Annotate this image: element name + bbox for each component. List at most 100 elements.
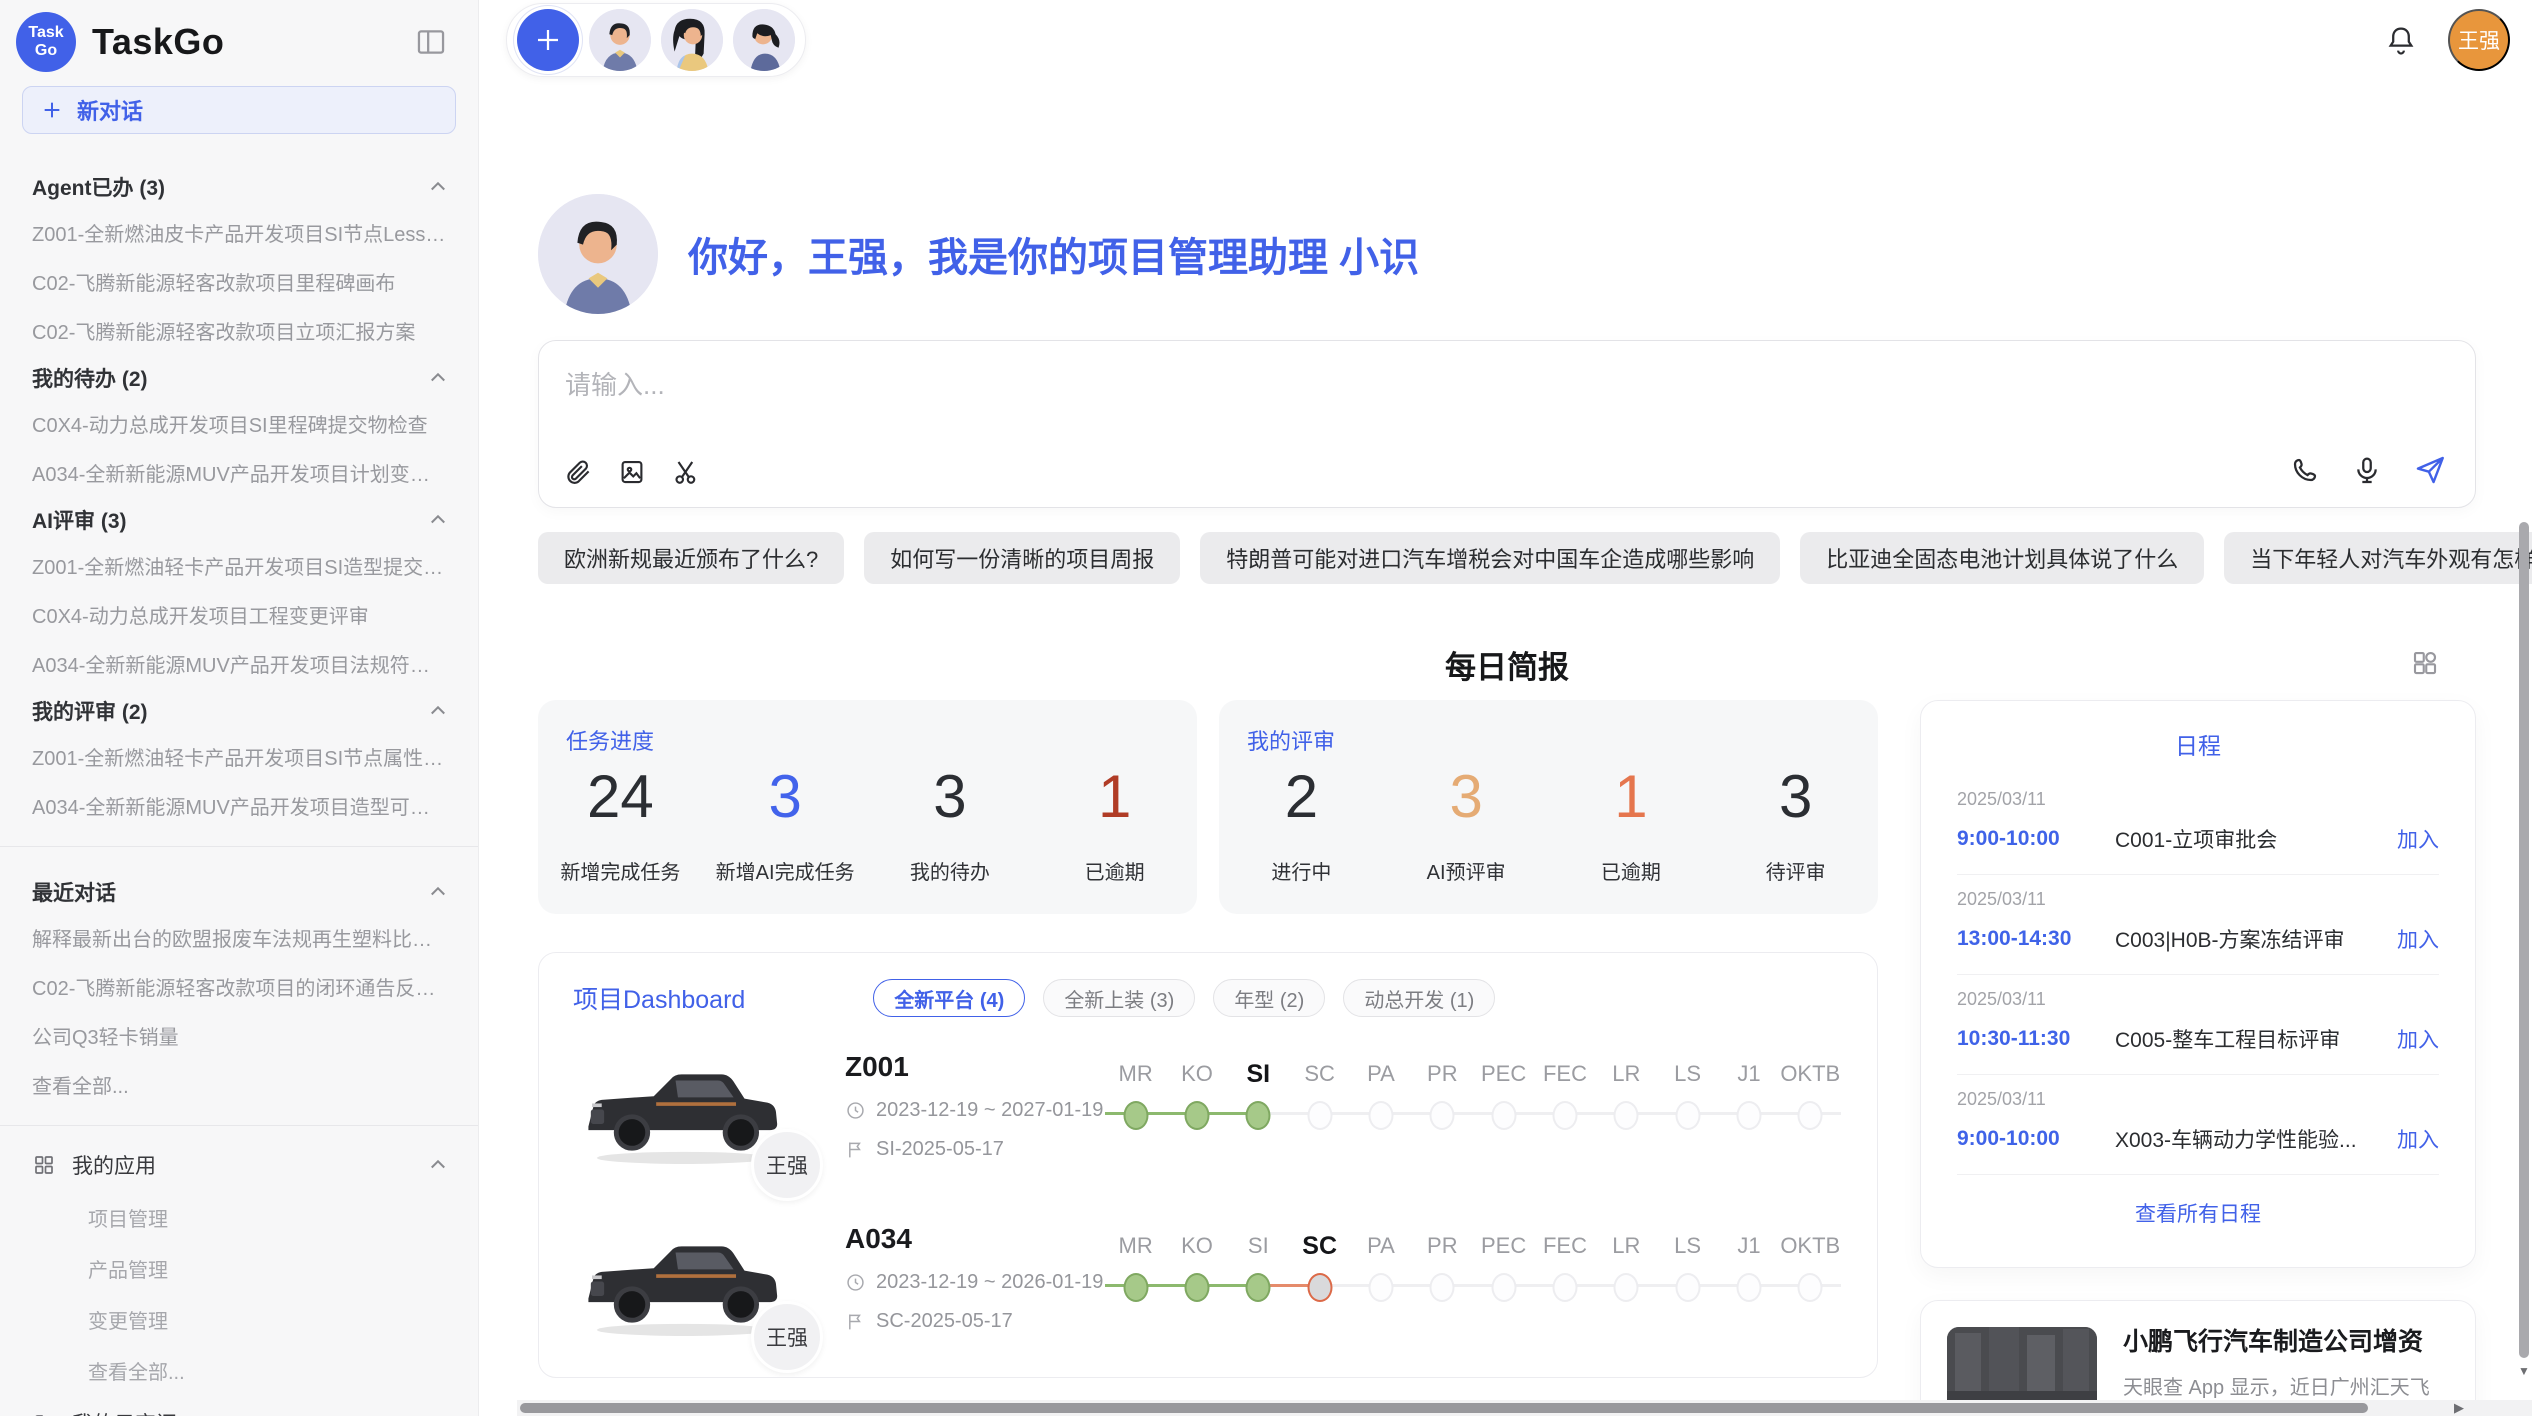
stat-value: 2 xyxy=(1219,764,1384,830)
schedule-time: 9:00-10:00 xyxy=(1957,1127,2115,1151)
sidebar-item[interactable]: C0X4-动力总成开发项目SI里程碑提交物检查 xyxy=(32,399,448,448)
vertical-scrollbar[interactable]: ▼ xyxy=(2516,520,2532,1400)
section-agent-done[interactable]: Agent已办 (3) xyxy=(32,164,448,208)
send-icon xyxy=(2413,453,2447,487)
stat-value: 24 xyxy=(538,764,703,830)
schedule-date: 2025/03/11 xyxy=(1957,1089,2439,1110)
microphone-icon xyxy=(2351,454,2383,486)
schedule-card: 日程 2025/03/11 9:00-10:00 C001-立项审批会 加入 2… xyxy=(1920,700,2476,1268)
milestone-label: KO xyxy=(1166,1227,1227,1265)
schedule-item: 2025/03/11 9:00-10:00 X003-车辆动力学性能验... 加… xyxy=(1957,1075,2439,1175)
sidebar-item[interactable]: A034-全新新能源MUV产品开发项目计划变更表编写 xyxy=(32,448,448,497)
recent-view-all[interactable]: 查看全部... xyxy=(32,1060,448,1109)
recent-chat-item[interactable]: 公司Q3轻卡销量 xyxy=(32,1011,448,1060)
join-meeting-button[interactable]: 加入 xyxy=(2381,824,2439,854)
milestone-dot xyxy=(1430,1273,1455,1302)
sidebar-item[interactable]: A034-全新新能源MUV产品开发项目造型可行性评审 xyxy=(32,781,448,830)
suggestion-chip[interactable]: 当下年轻人对汽车外观有怎样的喜好趋势 xyxy=(2224,532,2532,584)
section-title: 最近对话 xyxy=(32,877,116,907)
milestone-date: SI-2025-05-17 xyxy=(876,1138,1004,1161)
join-meeting-button[interactable]: 加入 xyxy=(2381,924,2439,954)
filter-pill-yeartype[interactable]: 年型 (2) xyxy=(1213,979,1325,1017)
suggestion-chip[interactable]: 特朗普可能对进口汽车增税会对中国车企造成哪些影响 xyxy=(1200,532,1780,584)
milestone-dot xyxy=(1614,1273,1639,1302)
sidebar-item[interactable]: Z001-全新燃油轻卡产品开发项目SI造型提交物评审 xyxy=(32,541,448,590)
milestone-dot xyxy=(1798,1273,1823,1302)
dashboard-header: 项目Dashboard 全新平台 (4) 全新上装 (3) 年型 (2) 动总开… xyxy=(539,953,1877,1023)
sidebar-item-cloud-space[interactable]: 我的云空间 xyxy=(0,1396,478,1416)
card-title: 任务进度 xyxy=(566,724,654,756)
sidebar-item[interactable]: Z001-全新燃油轻卡产品开发项目SI节点属性5D文件评审 xyxy=(32,732,448,781)
app-item-project-mgmt[interactable]: 项目管理 xyxy=(0,1192,478,1243)
sidebar-item[interactable]: C0X4-动力总成开发项目工程变更评审 xyxy=(32,590,448,639)
project-image: 王强 xyxy=(581,1221,819,1351)
voice-call-button[interactable] xyxy=(2287,452,2323,488)
send-button[interactable] xyxy=(2411,451,2449,489)
sidebar-item[interactable]: C02-飞腾新能源轻客改款项目里程碑画布 xyxy=(32,257,448,306)
milestone-track: MR KO SI SC PA PR PEC FEC LR LS J1 xyxy=(1105,1055,1841,1093)
composer-tools-right xyxy=(2287,451,2449,489)
view-all-schedule-button[interactable]: 查看所有日程 xyxy=(2129,1197,2267,1229)
new-chat-button[interactable]: 新对话 xyxy=(22,86,456,134)
composer xyxy=(538,340,2476,508)
section-ai-review[interactable]: AI评审 (3) xyxy=(32,497,448,541)
attach-file-button[interactable] xyxy=(561,455,595,489)
milestone-label: LS xyxy=(1657,1227,1718,1265)
section-recent-chats[interactable]: 最近对话 xyxy=(32,869,448,913)
cloud-space-label: 我的云空间 xyxy=(72,1408,177,1416)
recent-chat-item[interactable]: 解释最新出台的欧盟报废车法规再生塑料比例被调至15%... xyxy=(32,913,448,962)
suggestion-chips: 欧洲新规最近颁布了什么? 如何写一份清晰的项目周报 特朗普可能对进口汽车增税会对… xyxy=(538,532,2476,584)
join-meeting-button[interactable]: 加入 xyxy=(2381,1124,2439,1154)
suggestion-chip[interactable]: 比亚迪全固态电池计划具体说了什么 xyxy=(1800,532,2204,584)
folder-icon xyxy=(32,1411,56,1416)
suggestion-chip[interactable]: 欧洲新规最近颁布了什么? xyxy=(538,532,844,584)
app-item-product-mgmt[interactable]: 产品管理 xyxy=(0,1243,478,1294)
app-item-change-mgmt[interactable]: 变更管理 xyxy=(0,1294,478,1345)
logo-line-2: Go xyxy=(35,42,57,60)
section-my-todo[interactable]: 我的待办 (2) xyxy=(32,355,448,399)
project-row-a034[interactable]: 王强 A034 2023-12-19 ~ 2026-01-19 xyxy=(539,1195,1877,1351)
sidebar-item[interactable]: A034-全新新能源MUV产品开发项目法规符合性评审 xyxy=(32,639,448,688)
schedule-time: 10:30-11:30 xyxy=(1957,1027,2115,1051)
vertical-scrollbar-thumb[interactable] xyxy=(2519,522,2529,1358)
schedule-name: C001-立项审批会 xyxy=(2115,824,2381,854)
dashboard-grid-icon xyxy=(2410,648,2440,678)
sidebar-item[interactable]: Z001-全新燃油皮卡产品开发项目SI节点Lesson Learn报告 xyxy=(32,208,448,257)
recent-chat-item[interactable]: C02-飞腾新能源轻客改款项目的闭环通告反馈情况 xyxy=(32,962,448,1011)
sidebar-item[interactable]: C02-飞腾新能源轻客改款项目立项汇报方案 xyxy=(32,306,448,355)
news-card[interactable]: 小鹏飞行汽车制造公司增资 天眼查 App 显示，近日广州汇天飞行汽... xyxy=(1920,1300,2476,1416)
date-range: 2023-12-19 ~ 2026-01-19 xyxy=(876,1271,1103,1294)
section-my-review[interactable]: 我的评审 (2) xyxy=(32,688,448,732)
milestone-dot-done xyxy=(1246,1273,1271,1302)
sidebar-item-my-apps[interactable]: 我的应用 xyxy=(0,1138,478,1192)
insert-image-button[interactable] xyxy=(615,455,649,489)
project-dashboard-card: 项目Dashboard 全新平台 (4) 全新上装 (3) 年型 (2) 动总开… xyxy=(538,952,1878,1378)
apps-view-all[interactable]: 查看全部... xyxy=(0,1345,478,1396)
milestone-date: SC-2025-05-17 xyxy=(876,1310,1013,1333)
project-owner-badge: 王强 xyxy=(751,1129,823,1201)
screenshot-button[interactable] xyxy=(669,455,703,489)
filter-pill-platform[interactable]: 全新平台 (4) xyxy=(873,979,1025,1017)
scroll-down-arrow[interactable]: ▼ xyxy=(2518,1364,2530,1378)
horizontal-scrollbar[interactable]: ▶ xyxy=(517,1400,2532,1416)
sidebar-collapse-button[interactable] xyxy=(410,21,452,63)
clock-icon xyxy=(845,1272,866,1293)
stat-label: 已逾期 xyxy=(1032,856,1197,885)
suggestion-chip[interactable]: 如何写一份清晰的项目周报 xyxy=(864,532,1180,584)
join-meeting-button[interactable]: 加入 xyxy=(2381,1024,2439,1054)
message-input[interactable] xyxy=(563,359,2451,411)
filter-pill-powertrain[interactable]: 动总开发 (1) xyxy=(1343,979,1495,1017)
milestone-dot-done xyxy=(1184,1273,1209,1302)
briefing-layout-button[interactable] xyxy=(2406,644,2444,682)
horizontal-scrollbar-thumb[interactable] xyxy=(520,1403,2368,1413)
filter-pill-body[interactable]: 全新上装 (3) xyxy=(1043,979,1195,1017)
milestone-dot-done xyxy=(1123,1273,1148,1302)
panel-collapse-icon xyxy=(414,25,448,59)
voice-input-button[interactable] xyxy=(2349,452,2385,488)
project-row-z001[interactable]: 王强 Z001 2023-12-19 ~ 2027-01-19 xyxy=(539,1023,1877,1179)
scroll-right-arrow[interactable]: ▶ xyxy=(2454,1400,2464,1416)
project-owner-badge: 王强 xyxy=(751,1301,823,1373)
section-title: AI评审 (3) xyxy=(32,505,127,535)
milestone-track: MR KO SI SC PA PR PEC FEC LR LS J1 xyxy=(1105,1227,1841,1265)
schedule-time: 9:00-10:00 xyxy=(1957,827,2115,851)
